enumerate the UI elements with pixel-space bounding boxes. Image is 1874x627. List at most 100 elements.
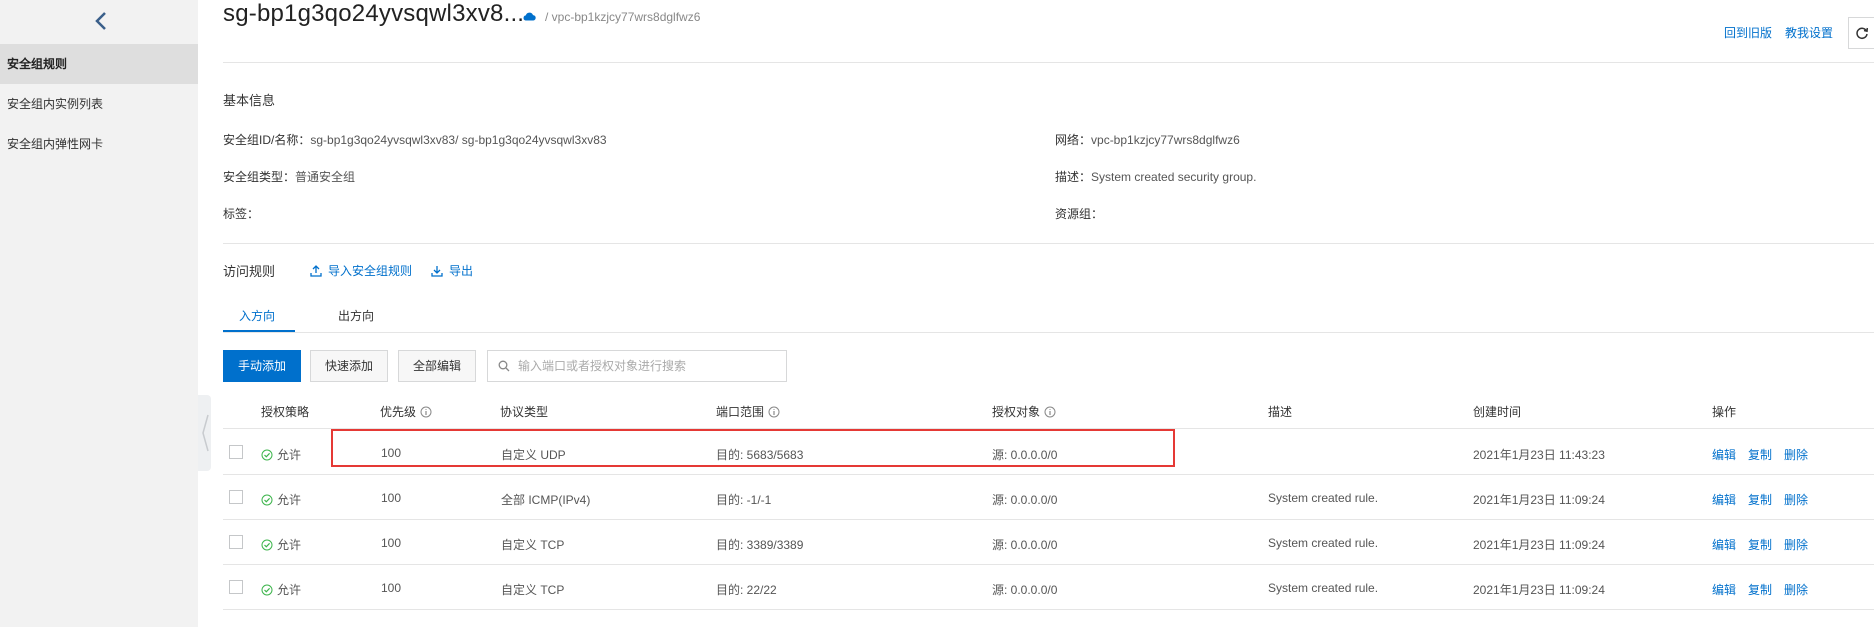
highlight-annotation-box xyxy=(331,429,1175,467)
refresh-icon xyxy=(1856,27,1869,40)
sidebar-collapse-handle[interactable] xyxy=(198,395,211,471)
info-description-value: System created security group. xyxy=(1091,170,1257,184)
delete-link[interactable]: 删除 xyxy=(1784,583,1808,597)
check-circle-icon xyxy=(261,494,273,505)
created-cell: 2021年1月23日 11:09:24 xyxy=(1473,538,1605,552)
ops-cell: 编辑 复制 删除 xyxy=(1712,536,1820,553)
col-priority-label: 优先级 xyxy=(380,405,417,419)
copy-link[interactable]: 复制 xyxy=(1748,583,1772,597)
delete-link[interactable]: 删除 xyxy=(1784,493,1808,507)
port-cell: 目的: -1/-1 xyxy=(716,493,772,507)
export-label: 导出 xyxy=(449,264,474,278)
info-icon[interactable] xyxy=(420,406,432,418)
info-type-value: 普通安全组 xyxy=(295,170,356,184)
info-id-name: 安全组ID/名称：sg-bp1g3qo24yvsqwl3xv83/ sg-bp1… xyxy=(223,131,607,148)
back-chevron-icon[interactable] xyxy=(86,6,116,36)
search-icon xyxy=(498,360,510,372)
priority-cell: 100 xyxy=(381,491,402,505)
col-policy: 授权策略 xyxy=(261,403,309,420)
info-icon[interactable] xyxy=(768,406,780,418)
search-input[interactable] xyxy=(518,359,778,373)
policy-cell: 允许 xyxy=(261,446,301,463)
old-version-link[interactable]: 回到旧版 xyxy=(1724,24,1772,41)
vpc-breadcrumb[interactable]: / vpc-bp1kzjcy77wrs8dglfwz6 xyxy=(545,10,700,24)
edit-link[interactable]: 编辑 xyxy=(1712,493,1736,507)
quick-add-button[interactable]: 快速添加 xyxy=(310,350,389,382)
col-ops: 操作 xyxy=(1712,403,1736,420)
col-ops-label: 操作 xyxy=(1712,405,1737,419)
row-checkbox[interactable] xyxy=(229,445,243,459)
protocol-cell: 全部 ICMP(IPv4) xyxy=(501,493,591,507)
col-protocol: 协议类型 xyxy=(500,403,548,420)
info-type: 安全组类型：普通安全组 xyxy=(223,168,355,185)
edit-link[interactable]: 编辑 xyxy=(1712,538,1736,552)
policy-cell: 允许 xyxy=(261,491,301,508)
col-port: 端口范围 xyxy=(716,403,780,420)
info-id-name-key: 安全组ID/名称： xyxy=(223,133,311,147)
import-rules-link[interactable]: 导入安全组规则 xyxy=(310,262,412,279)
tab-inbound[interactable]: 入方向 xyxy=(239,307,275,324)
import-rules-label: 导入安全组规则 xyxy=(328,264,413,278)
info-network: 网络：vpc-bp1kzjcy77wrs8dglfwz6 xyxy=(1055,131,1240,148)
manual-add-button[interactable]: 手动添加 xyxy=(223,350,302,382)
priority-cell: 100 xyxy=(381,536,402,550)
copy-link[interactable]: 复制 xyxy=(1748,538,1772,552)
ops-cell: 编辑 复制 删除 xyxy=(1712,491,1820,508)
info-tags: 标签： xyxy=(223,205,259,222)
col-priority: 优先级 xyxy=(380,403,432,420)
row-checkbox[interactable] xyxy=(229,535,243,549)
cloud-icon[interactable] xyxy=(522,10,536,24)
created-cell: 2021年1月23日 11:09:24 xyxy=(1473,583,1605,597)
copy-link[interactable]: 复制 xyxy=(1748,493,1772,507)
sidebar-item-instances[interactable]: 安全组内实例列表 xyxy=(0,84,198,124)
port-cell: 目的: 22/22 xyxy=(716,583,777,597)
protocol-cell: 自定义 TCP xyxy=(501,538,565,552)
policy-cell: 允许 xyxy=(261,581,301,598)
col-target: 授权对象 xyxy=(992,403,1056,420)
rules-title: 访问规则 xyxy=(223,264,276,279)
delete-link[interactable]: 删除 xyxy=(1784,448,1808,462)
target-cell: 源: 0.0.0.0/0 xyxy=(992,583,1058,597)
table-row: 允许 100 全部 ICMP(IPv4) 目的: -1/-1 源: 0.0.0.… xyxy=(223,475,1874,520)
target-cell: 源: 0.0.0.0/0 xyxy=(992,493,1058,507)
edit-link[interactable]: 编辑 xyxy=(1712,448,1736,462)
row-checkbox[interactable] xyxy=(229,490,243,504)
desc-cell: System created rule. xyxy=(1268,581,1379,595)
ops-cell: 编辑 复制 删除 xyxy=(1712,446,1820,463)
edit-link[interactable]: 编辑 xyxy=(1712,583,1736,597)
export-link[interactable]: 导出 xyxy=(431,262,473,279)
check-circle-icon xyxy=(261,449,273,460)
sidebar-item-eni[interactable]: 安全组内弹性网卡 xyxy=(0,124,198,164)
edit-all-button[interactable]: 全部编辑 xyxy=(398,350,477,382)
info-resource-group: 资源组： xyxy=(1055,205,1103,222)
col-protocol-label: 协议类型 xyxy=(500,405,549,419)
col-desc: 描述 xyxy=(1268,403,1292,420)
info-network-value[interactable]: vpc-bp1kzjcy77wrs8dglfwz6 xyxy=(1091,133,1240,147)
delete-link[interactable]: 删除 xyxy=(1784,538,1808,552)
info-description-key: 描述： xyxy=(1055,170,1092,184)
policy-label: 允许 xyxy=(277,538,302,552)
refresh-button[interactable] xyxy=(1848,17,1874,49)
info-icon[interactable] xyxy=(1044,406,1056,418)
created-cell: 2021年1月23日 11:09:24 xyxy=(1473,493,1605,507)
tabs-divider xyxy=(223,332,1874,333)
info-divider xyxy=(223,243,1874,244)
col-desc-label: 描述 xyxy=(1268,405,1293,419)
info-tags-key: 标签： xyxy=(223,207,260,221)
info-resource-group-key: 资源组： xyxy=(1055,207,1104,221)
tab-outbound[interactable]: 出方向 xyxy=(338,307,374,324)
check-circle-icon xyxy=(261,539,273,550)
sidebar-item-rules[interactable]: 安全组规则 xyxy=(0,44,198,84)
row-checkbox[interactable] xyxy=(229,580,243,594)
export-icon xyxy=(431,265,443,277)
col-created-label: 创建时间 xyxy=(1473,405,1522,419)
info-id-name-value: sg-bp1g3qo24yvsqwl3xv83/ sg-bp1g3qo24yvs… xyxy=(310,133,607,147)
col-target-label: 授权对象 xyxy=(992,405,1041,419)
tutorial-settings-link[interactable]: 教我设置 xyxy=(1785,24,1833,41)
policy-label: 允许 xyxy=(277,493,302,507)
protocol-cell: 自定义 TCP xyxy=(501,583,565,597)
created-cell: 2021年1月23日 11:43:23 xyxy=(1473,448,1605,462)
copy-link[interactable]: 复制 xyxy=(1748,448,1772,462)
priority-cell: 100 xyxy=(381,581,402,595)
ops-cell: 编辑 复制 删除 xyxy=(1712,581,1820,598)
